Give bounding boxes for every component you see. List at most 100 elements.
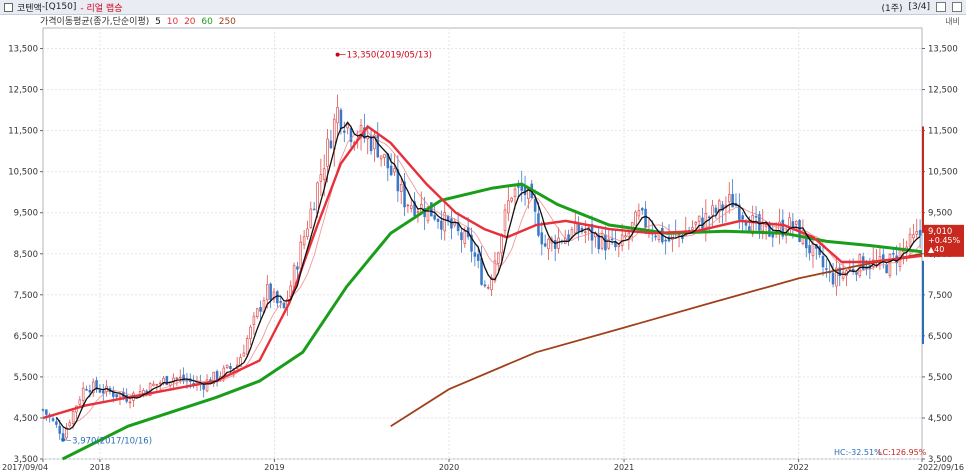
candle-body — [61, 433, 65, 439]
candle-body — [440, 220, 443, 230]
candle-body — [811, 243, 815, 257]
candle-body — [748, 226, 751, 231]
candle-body — [671, 233, 674, 240]
y-tick-label-left: 7,500 — [14, 291, 38, 301]
candle-body — [627, 232, 631, 237]
candle-body — [553, 240, 557, 249]
candle-body — [460, 232, 463, 240]
candle-body — [577, 224, 580, 232]
candle-body — [98, 389, 102, 393]
x-tick-label: 2022/09/16 — [918, 463, 964, 472]
y-tick-label-left: 5,500 — [14, 373, 38, 383]
candle-body — [255, 308, 259, 318]
candle-body — [312, 208, 316, 211]
candle-body — [399, 184, 403, 192]
candle-body — [691, 227, 694, 230]
candle-body — [41, 409, 45, 411]
candle-body — [58, 425, 62, 434]
candle-body — [483, 284, 487, 287]
candle-body — [450, 218, 453, 229]
candle-body — [336, 107, 339, 124]
candle-body — [503, 209, 507, 232]
candle-body — [794, 220, 798, 225]
price-chart[interactable]: 3,500 3,5004,500 4,5005,500 5,5006,500 6,500… — [0, 0, 966, 472]
candle-body — [316, 182, 319, 214]
lc-stat: LC:126.95% — [878, 448, 927, 457]
candle-body — [825, 268, 828, 270]
y-tick-label-right: 10,500 — [928, 168, 958, 178]
candle-body — [486, 287, 490, 289]
candle-body — [694, 221, 698, 225]
candle-body — [55, 421, 58, 425]
candle-body — [507, 200, 510, 214]
candle-body — [841, 271, 845, 279]
candle-body — [343, 130, 346, 133]
candle-body — [754, 216, 758, 218]
last-price-change: ▲40 — [928, 245, 944, 254]
candle-body — [771, 233, 775, 238]
candle-body — [547, 238, 550, 250]
x-tick-label: 2019 — [264, 463, 284, 472]
ma5-line — [55, 121, 921, 430]
plot-frame — [42, 27, 923, 460]
candle-body — [714, 207, 718, 213]
candle-body — [821, 255, 825, 268]
y-tick-label-left: 10,500 — [8, 168, 38, 178]
candle-body — [88, 389, 92, 393]
candle-body — [644, 208, 647, 228]
candle-body — [791, 221, 795, 228]
candle-body — [162, 377, 165, 383]
candle-body — [915, 231, 919, 235]
candle-body — [215, 371, 219, 381]
y-tick-label-right: 12,500 — [928, 86, 958, 96]
candle-body — [158, 382, 162, 385]
candle-body — [279, 301, 282, 303]
candle-body — [118, 393, 122, 398]
candle-body — [436, 218, 440, 222]
high-annotation-label: 13,350(2019/05/13) — [347, 51, 432, 61]
candle-body — [888, 254, 892, 276]
candle-body — [406, 204, 410, 207]
candle-body — [322, 168, 326, 180]
candle-body — [741, 215, 744, 220]
candle-body — [476, 254, 480, 261]
candle-body — [101, 390, 105, 394]
candle-body — [51, 418, 55, 421]
candle-body — [711, 205, 714, 216]
candle-body — [259, 307, 262, 312]
candle-body — [85, 389, 88, 391]
candle-body — [393, 168, 396, 173]
hc-stat: HC:-32.51% — [834, 448, 882, 457]
candle-body — [296, 266, 299, 270]
candle-body — [707, 216, 711, 219]
candle-body — [299, 241, 303, 269]
y-tick-label-left: 4,500 — [14, 414, 38, 424]
candle-body — [634, 211, 637, 226]
y-tick-label-left: 13,500 — [8, 45, 38, 55]
ma250-line — [390, 252, 923, 427]
y-tick-label-left: 11,500 — [8, 127, 38, 137]
candle-body — [302, 236, 306, 246]
candle-body — [269, 283, 272, 301]
candle-body — [142, 390, 145, 394]
candle-body — [584, 231, 587, 233]
candle-body — [249, 326, 252, 340]
candle-body — [908, 233, 912, 247]
candle-body — [473, 252, 477, 257]
x-tick-label: 2021 — [614, 463, 634, 472]
candle-body — [245, 338, 249, 355]
candle-body — [808, 245, 811, 254]
y-tick-label-left: 8,500 — [14, 250, 38, 260]
candle-body — [543, 243, 547, 247]
y-tick-label-left: 6,500 — [14, 332, 38, 342]
candle-body — [389, 165, 393, 176]
candle-body — [68, 422, 72, 427]
candle-body — [225, 364, 229, 369]
candle-body — [513, 188, 517, 197]
candle-body — [604, 234, 607, 251]
candle-body — [416, 211, 420, 213]
candle-body — [178, 376, 182, 379]
candle-body — [346, 124, 349, 129]
candle-body — [229, 366, 232, 369]
y-tick-label-right: 11,500 — [928, 127, 958, 137]
